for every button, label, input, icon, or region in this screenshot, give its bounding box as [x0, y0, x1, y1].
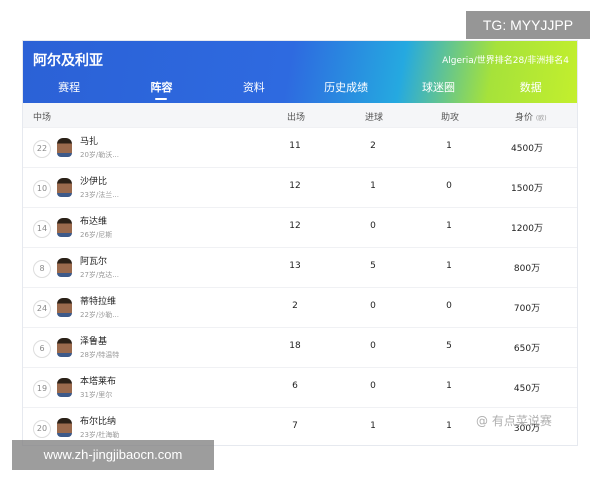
shirt-number: 20	[33, 420, 51, 438]
tab-info[interactable]: 资料	[208, 77, 300, 103]
player-name: 布尔比纳	[80, 417, 117, 427]
shirt-number: 19	[33, 380, 51, 398]
market-value: 450万	[513, 384, 541, 394]
table-row[interactable]: 19 本塔莱布 31岁/里尔 6 0 1 450万	[23, 367, 577, 408]
tab-fan-circle[interactable]: 球迷圈	[392, 77, 484, 103]
tg-overlay-label: TG: MYYJJPP	[466, 11, 590, 39]
table-header: 中场 出场 进球 助攻 身价 (欧)	[23, 103, 577, 127]
goals-value: 0	[370, 341, 376, 351]
player-name: 本塔莱布	[80, 377, 117, 387]
shirt-number: 24	[33, 300, 51, 318]
shirt-number: 8	[33, 260, 51, 278]
player-info: 28岁/特温特	[80, 351, 120, 359]
player-info: 22岁/沙勒...	[80, 311, 119, 319]
table-row[interactable]: 14 布达维 26岁/尼斯 12 0 1 1200万	[23, 207, 577, 248]
assists-header: 助攻	[441, 113, 460, 123]
table-row[interactable]: 10 沙伊比 23岁/法兰... 12 1 0 1500万	[23, 167, 577, 208]
player-avatar	[57, 258, 72, 277]
team-rank-text: Algeria/世界排名28/非洲排名4	[442, 56, 569, 66]
tab-squad[interactable]: 阵容	[115, 77, 207, 103]
url-overlay-label: www.zh-jingjibaocn.com	[12, 440, 214, 470]
appearances-value: 7	[292, 421, 298, 431]
player-info: 31岁/里尔	[80, 391, 113, 399]
assists-value: 1	[446, 381, 452, 391]
goals-value: 1	[370, 181, 376, 191]
player-avatar	[57, 338, 72, 357]
assists-value: 0	[446, 181, 452, 191]
tab-schedule[interactable]: 赛程	[23, 77, 115, 103]
player-avatar	[57, 298, 72, 317]
table-row[interactable]: 8 阿瓦尔 27岁/克达... 13 5 1 800万	[23, 247, 577, 288]
goals-value: 0	[370, 381, 376, 391]
appearances-value: 2	[292, 301, 298, 311]
table-row[interactable]: 22 马扎 20岁/勒沃... 11 2 1 4500万	[23, 127, 577, 168]
market-value: 1200万	[511, 224, 543, 234]
goals-value: 5	[370, 261, 376, 271]
player-info: 23岁/杜海勒	[80, 431, 120, 439]
appearances-value: 18	[289, 341, 301, 351]
market-value: 650万	[513, 344, 541, 354]
shirt-number: 22	[33, 140, 51, 158]
player-info: 20岁/勒沃...	[80, 151, 119, 159]
player-name: 泽鲁基	[80, 337, 108, 347]
appearances-value: 12	[289, 181, 301, 191]
shirt-number: 10	[33, 180, 51, 198]
player-avatar	[57, 378, 72, 397]
player-avatar	[57, 178, 72, 197]
tab-stats[interactable]: 数据	[485, 77, 577, 103]
appearances-value: 11	[289, 141, 301, 151]
value-header-label: 身价	[515, 113, 534, 123]
tab-history[interactable]: 历史成绩	[300, 77, 392, 103]
goals-value: 0	[370, 221, 376, 231]
squad-card: 阿尔及利亚 Algeria/世界排名28/非洲排名4 赛程 阵容 资料 历史成绩…	[22, 40, 578, 446]
table-row[interactable]: 24 蒂特拉维 22岁/沙勒... 2 0 0 700万	[23, 287, 577, 328]
shirt-number: 6	[33, 340, 51, 358]
goals-value: 2	[370, 141, 376, 151]
assists-value: 1	[446, 221, 452, 231]
goals-value: 0	[370, 301, 376, 311]
tab-bar: 赛程 阵容 资料 历史成绩 球迷圈 数据	[23, 77, 577, 103]
value-header: 身价 (欧)	[515, 110, 547, 123]
player-name: 布达维	[80, 217, 108, 227]
position-header: 中场	[33, 113, 52, 123]
player-name: 蒂特拉维	[80, 297, 117, 307]
player-info: 26岁/尼斯	[80, 231, 113, 239]
goals-header: 进球	[365, 113, 384, 123]
value-unit: (欧)	[535, 115, 547, 122]
shirt-number: 14	[33, 220, 51, 238]
appearances-value: 12	[289, 221, 301, 231]
player-avatar	[57, 218, 72, 237]
assists-value: 1	[446, 141, 452, 151]
appearances-header: 出场	[287, 113, 306, 123]
assists-value: 1	[446, 261, 452, 271]
appearances-value: 13	[289, 261, 301, 271]
player-info: 27岁/克达...	[80, 271, 119, 279]
market-value: 800万	[513, 264, 541, 274]
market-value: 1500万	[511, 184, 543, 194]
market-value: 700万	[513, 304, 541, 314]
appearances-value: 6	[292, 381, 298, 391]
watermark-text: @ 有点菜说赛	[476, 414, 552, 428]
team-name: 阿尔及利亚	[33, 53, 103, 69]
player-name: 沙伊比	[80, 177, 108, 187]
team-header: 阿尔及利亚 Algeria/世界排名28/非洲排名4 赛程 阵容 资料 历史成绩…	[23, 41, 577, 103]
table-row[interactable]: 6 泽鲁基 28岁/特温特 18 0 5 650万	[23, 327, 577, 368]
goals-value: 1	[370, 421, 376, 431]
assists-value: 0	[446, 301, 452, 311]
player-avatar	[57, 138, 72, 157]
market-value: 4500万	[511, 144, 543, 154]
player-name: 马扎	[80, 137, 99, 147]
player-info: 23岁/法兰...	[80, 191, 119, 199]
player-name: 阿瓦尔	[80, 257, 108, 267]
assists-value: 5	[446, 341, 452, 351]
player-avatar	[57, 418, 72, 437]
assists-value: 1	[446, 421, 452, 431]
